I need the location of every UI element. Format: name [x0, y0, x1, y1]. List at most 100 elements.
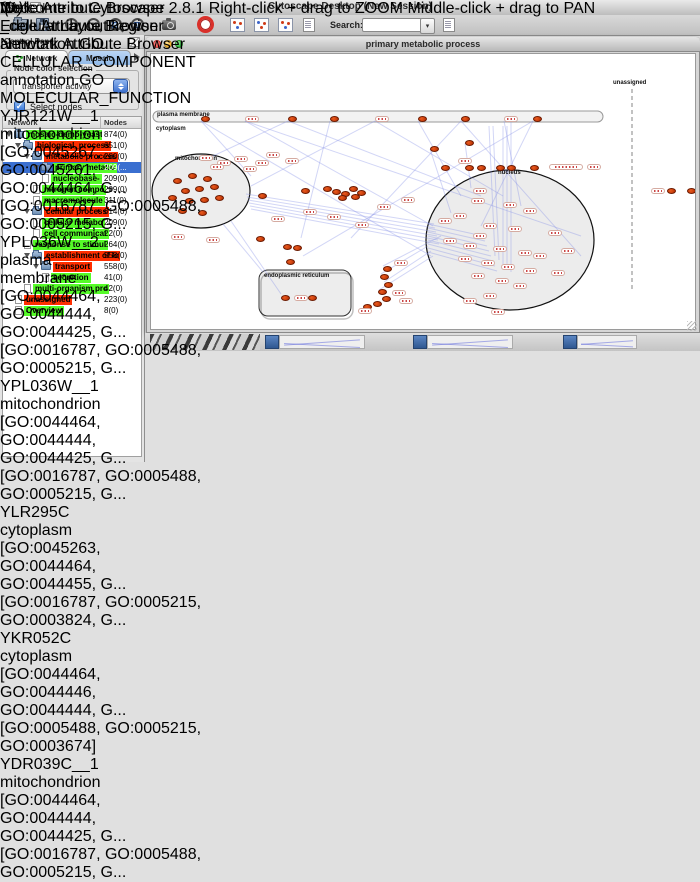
network-node[interactable]: [418, 116, 427, 122]
network-node[interactable]: [430, 146, 439, 152]
network-node-labeled[interactable]: [561, 248, 575, 254]
network-node-labeled[interactable]: [504, 116, 518, 122]
network-node[interactable]: [441, 165, 450, 171]
network-node-labeled[interactable]: [234, 156, 248, 162]
search-input[interactable]: [362, 18, 422, 32]
network-node-labeled[interactable]: [358, 308, 372, 314]
network-node-labeled[interactable]: [471, 198, 485, 204]
network-node[interactable]: [383, 266, 392, 272]
network-node[interactable]: [382, 296, 391, 302]
network-node-labeled[interactable]: [375, 116, 389, 122]
network-node[interactable]: [258, 193, 267, 199]
network-node[interactable]: [332, 189, 341, 195]
network-node[interactable]: [477, 165, 486, 171]
network-node[interactable]: [293, 245, 302, 251]
resize-grip-icon[interactable]: [687, 321, 697, 331]
network-overview-icon[interactable]: [228, 17, 246, 32]
network-node[interactable]: [380, 274, 389, 280]
network-node[interactable]: [338, 195, 347, 201]
network-node-labeled[interactable]: [551, 270, 565, 276]
table-row[interactable]: YJR121W__1mitochondrion[GO:0045267, GO:0…: [0, 108, 220, 234]
network-node[interactable]: [687, 188, 696, 194]
network-node-labeled[interactable]: [438, 218, 452, 224]
network-node-labeled[interactable]: [549, 164, 583, 170]
network-node[interactable]: [530, 165, 539, 171]
network-node-labeled[interactable]: [245, 116, 259, 122]
network-node-labeled[interactable]: [285, 158, 299, 164]
network-node-labeled[interactable]: [523, 268, 537, 274]
network-node-labeled[interactable]: [327, 214, 341, 220]
network-node-labeled[interactable]: [533, 253, 547, 259]
network-node[interactable]: [323, 186, 332, 192]
vizmap-edit-icon[interactable]: [440, 17, 458, 32]
edge-mapper-icon[interactable]: [276, 17, 294, 32]
network-node-labeled[interactable]: [463, 298, 477, 304]
annotation-form-icon[interactable]: [300, 17, 318, 32]
table-row[interactable]: YPL036W__1mitochondrion[GO:0044464, GO:0…: [0, 378, 220, 504]
network-node-labeled[interactable]: [503, 202, 517, 208]
network-node-labeled[interactable]: [523, 208, 537, 214]
network-node-labeled[interactable]: [518, 250, 532, 256]
network-node[interactable]: [465, 165, 474, 171]
network-node-labeled[interactable]: [271, 216, 285, 222]
network-node[interactable]: [301, 188, 310, 194]
network-canvas[interactable]: plasma membrane cytoplasm mitochondrion …: [150, 53, 696, 330]
table-row[interactable]: YKR052Ccytoplasm[GO:0044464, GO:0044446,…: [0, 630, 220, 756]
network-node-labeled[interactable]: [548, 230, 562, 236]
network-node[interactable]: [288, 116, 297, 122]
network-node-labeled[interactable]: [392, 290, 406, 296]
network-node[interactable]: [667, 188, 676, 194]
network-node[interactable]: [281, 295, 290, 301]
network-node-labeled[interactable]: [513, 283, 527, 289]
node-mapper-icon[interactable]: [252, 17, 270, 32]
network-node-labeled[interactable]: [483, 293, 497, 299]
network-node[interactable]: [465, 140, 474, 146]
network-node-labeled[interactable]: [473, 233, 487, 239]
network-node[interactable]: [378, 289, 387, 295]
network-node[interactable]: [533, 116, 542, 122]
network-node[interactable]: [384, 282, 393, 288]
network-node-labeled[interactable]: [483, 223, 497, 229]
network-node-labeled[interactable]: [495, 278, 509, 284]
column-header[interactable]: annotation.GO MOLECULAR_FUNCTION: [0, 72, 220, 108]
network-node-labeled[interactable]: [473, 188, 487, 194]
table-row[interactable]: YPL036W__2plasma membrane[GO:0044464, GO…: [0, 234, 220, 378]
network-node[interactable]: [308, 295, 317, 301]
network-node[interactable]: [286, 259, 295, 265]
network-node[interactable]: [330, 116, 339, 122]
network-node-labeled[interactable]: [491, 309, 505, 315]
network-node-labeled[interactable]: [355, 222, 369, 228]
network-node[interactable]: [507, 165, 516, 171]
table-row[interactable]: YLR295Ccytoplasm[GO:0045263, GO:0044464,…: [0, 504, 220, 630]
network-node[interactable]: [283, 244, 292, 250]
network-node-labeled[interactable]: [453, 213, 467, 219]
network-node-labeled[interactable]: [463, 243, 477, 249]
network-node-labeled[interactable]: [508, 226, 522, 232]
network-node-labeled[interactable]: [458, 158, 472, 164]
network-node[interactable]: [256, 236, 265, 242]
network-node-labeled[interactable]: [587, 164, 601, 170]
network-node-labeled[interactable]: [394, 260, 408, 266]
network-node[interactable]: [373, 301, 382, 307]
network-node[interactable]: [357, 190, 366, 196]
network-node[interactable]: [496, 165, 505, 171]
tab-network-attribute-browser[interactable]: Network Attribute Browser: [0, 36, 185, 54]
network-node-labeled[interactable]: [266, 152, 280, 158]
network-node-labeled[interactable]: [377, 204, 391, 210]
network-node-labeled[interactable]: [399, 298, 413, 304]
table-row[interactable]: YDR039C__1mitochondrion[GO:0044464, GO:0…: [0, 756, 220, 882]
network-node-labeled[interactable]: [493, 246, 507, 252]
network-node-labeled[interactable]: [303, 209, 317, 215]
network-node-labeled[interactable]: [443, 238, 457, 244]
tab-edge-attribute-browser[interactable]: Edge Attribute Browser: [0, 18, 185, 36]
network-node-labeled[interactable]: [294, 295, 308, 301]
network-node-labeled[interactable]: [651, 188, 665, 194]
network-node-labeled[interactable]: [458, 256, 472, 262]
network-node-labeled[interactable]: [471, 273, 485, 279]
network-node-labeled[interactable]: [481, 260, 495, 266]
network-node-labeled[interactable]: [401, 197, 415, 203]
network-node-labeled[interactable]: [255, 160, 269, 166]
network-node-labeled[interactable]: [501, 264, 515, 270]
network-node-labeled[interactable]: [243, 166, 257, 172]
network-node[interactable]: [461, 116, 470, 122]
